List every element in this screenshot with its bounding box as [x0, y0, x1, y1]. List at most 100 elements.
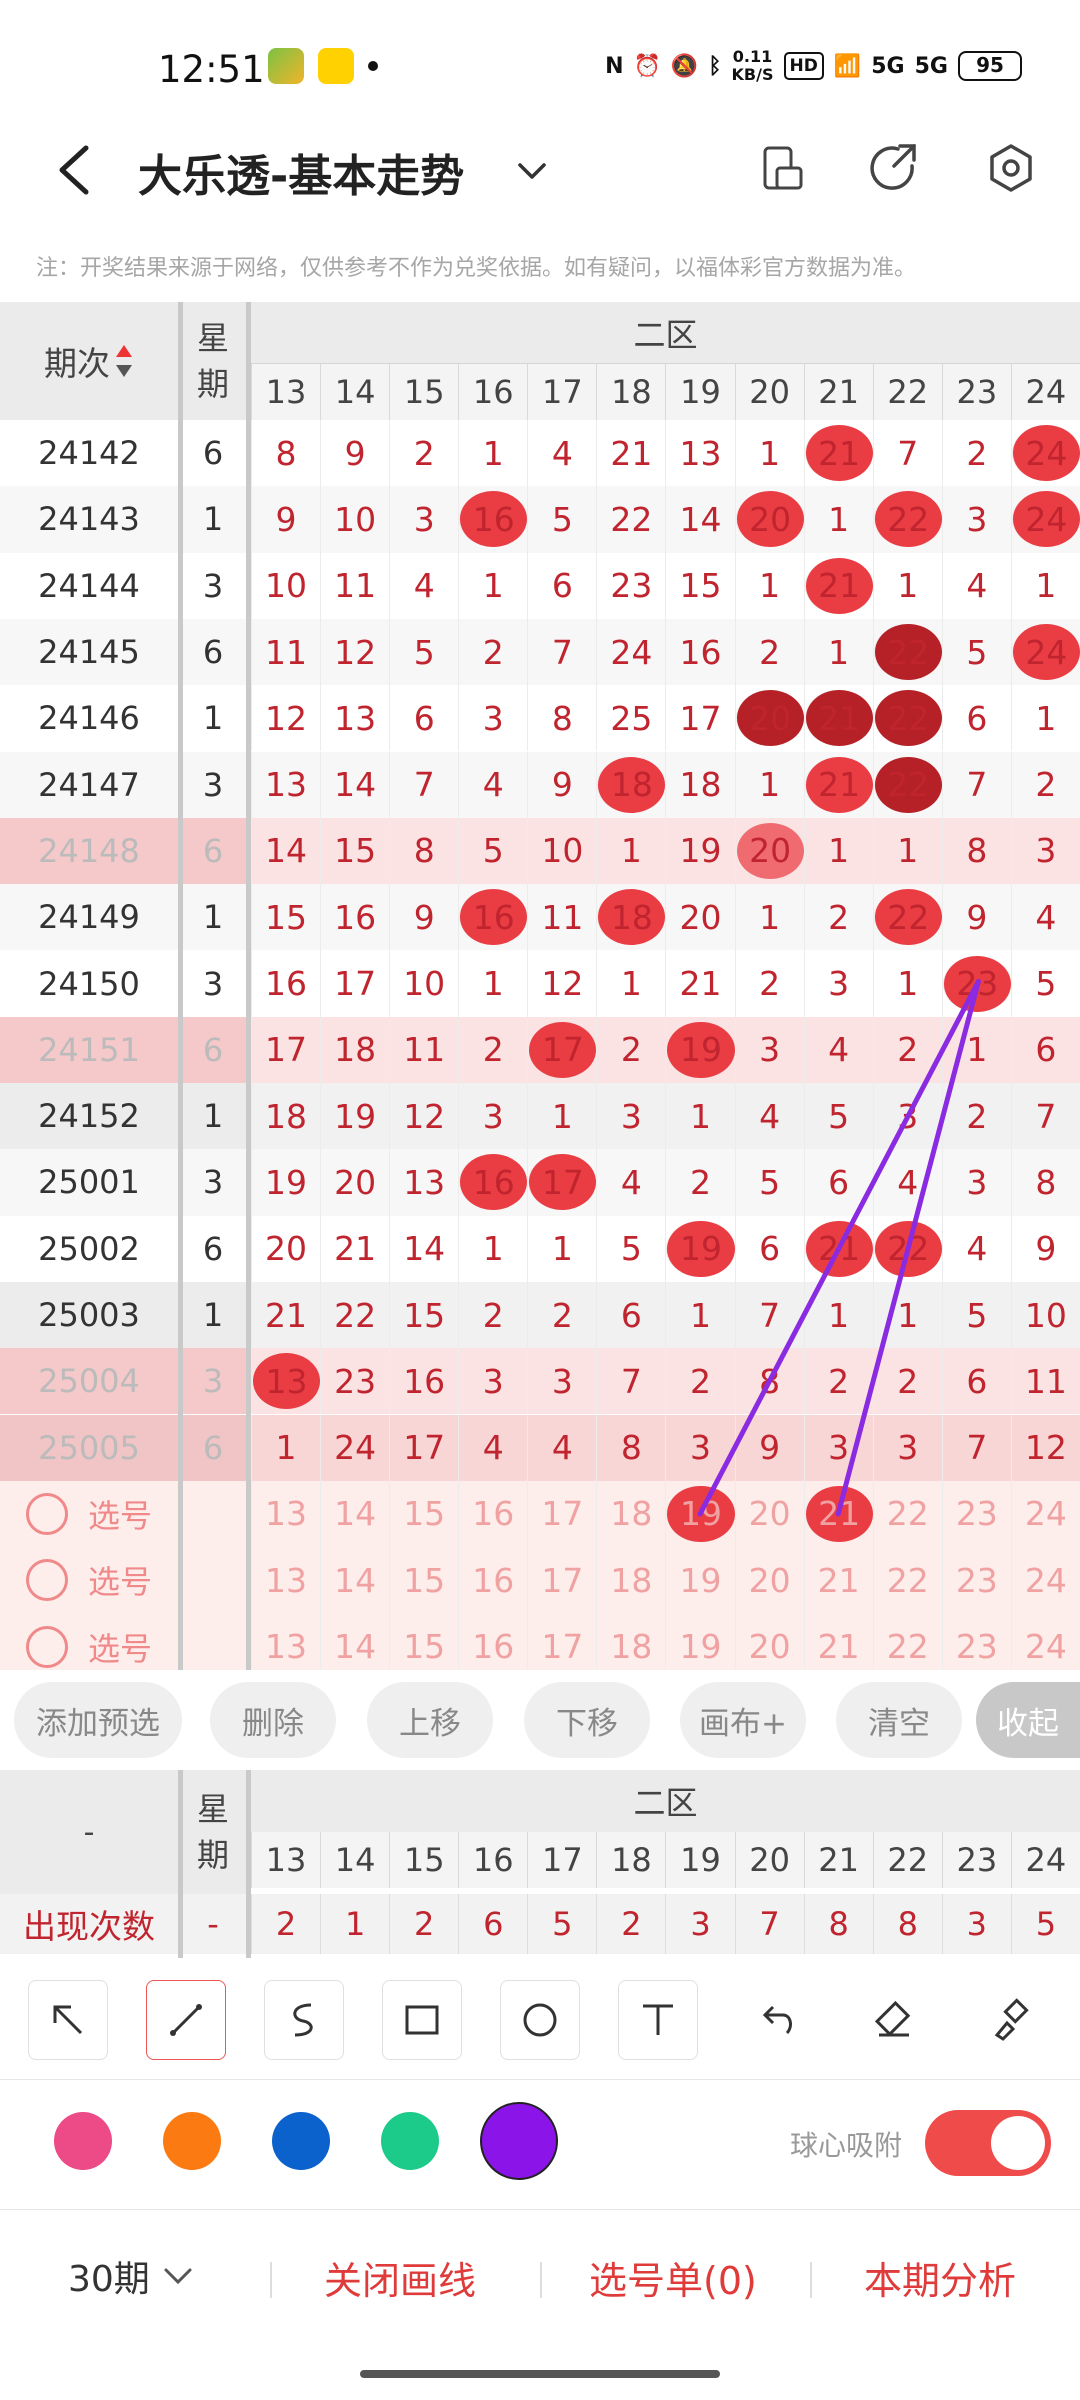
radio-button[interactable]: [25, 1625, 68, 1668]
pick-cell[interactable]: 19: [665, 1480, 735, 1548]
zone-header: 二区: [251, 302, 1080, 364]
action-button-1[interactable]: 删除: [210, 1682, 336, 1758]
color-swatch[interactable]: [163, 2112, 221, 2170]
settings-icon[interactable]: [985, 142, 1037, 194]
occurrence-week: -: [178, 1894, 248, 1954]
color-swatch[interactable]: [54, 2112, 112, 2170]
pick-cell[interactable]: 16: [458, 1547, 527, 1614]
action-button-4[interactable]: 画布+: [680, 1682, 806, 1758]
column-number: 21: [803, 1832, 873, 1888]
occurrence-count: 5: [1010, 1894, 1080, 1954]
column-number: 14: [320, 364, 389, 420]
color-swatch[interactable]: [381, 2112, 439, 2170]
action-button-0[interactable]: 添加预选: [14, 1682, 182, 1758]
tool-rectangle[interactable]: [382, 1980, 462, 2060]
pick-cell[interactable]: 13: [251, 1480, 320, 1548]
action-button-6[interactable]: 收起: [976, 1682, 1080, 1758]
value-cell: 2: [803, 1348, 873, 1415]
pick-cell[interactable]: 24: [1010, 1480, 1080, 1548]
page-title[interactable]: 大乐透-基本走势: [138, 140, 464, 204]
value-cell: 24: [596, 618, 665, 686]
issue-column-header[interactable]: 期次: [0, 302, 178, 420]
pick-selector[interactable]: 选号: [0, 1481, 178, 1547]
issue-number: 25005: [38, 1428, 140, 1467]
tool-clear-brush[interactable]: [972, 1980, 1052, 2060]
table-row: 25002 6 20 21 14 1 1 5 19 6 21 22 4 9: [0, 1215, 1080, 1282]
pick-cell[interactable]: 21: [803, 1480, 873, 1548]
status-time: 12:51: [158, 48, 265, 91]
issue-number: 24149: [38, 898, 140, 937]
action-button-2[interactable]: 上移: [367, 1682, 493, 1758]
pick-cell[interactable]: 17: [527, 1547, 596, 1614]
row-values: 20 21 14 1 1 5 19 6 21 22 4 9: [251, 1215, 1080, 1282]
value-cell: 13: [320, 685, 389, 752]
column-number: 15: [389, 1832, 458, 1888]
value-cell: 1: [665, 1083, 734, 1150]
pick-cell[interactable]: 20: [734, 1480, 804, 1548]
table-row: 24143 1 9 10 3 16 5 22 14 20 1 22 3 24: [0, 486, 1080, 553]
pick-cell[interactable]: 17: [527, 1480, 596, 1548]
rotate-screen-icon[interactable]: [757, 142, 809, 194]
pick-cell[interactable]: 14: [320, 1480, 389, 1548]
selected-ball[interactable]: 19: [666, 1485, 735, 1542]
value-cell: 1: [596, 950, 665, 1017]
tool-undo[interactable]: [736, 1980, 816, 2060]
pick-cell[interactable]: 16: [458, 1480, 527, 1548]
chevron-down-icon[interactable]: [512, 154, 552, 188]
wifi-icon: 📶: [833, 53, 862, 79]
pick-values: 13 14 15 16 17 18 19 20 21 22 23 24: [251, 1547, 1080, 1614]
action-button-5[interactable]: 清空: [836, 1682, 962, 1758]
share-icon[interactable]: [868, 142, 920, 194]
tool-eraser[interactable]: [854, 1980, 934, 2060]
divider: [810, 2262, 812, 2298]
pick-cell[interactable]: 23: [941, 1547, 1011, 1614]
pick-cell[interactable]: 13: [251, 1547, 320, 1614]
pick-cell[interactable]: 15: [389, 1547, 458, 1614]
speed-indicator: 0.11 KB/S: [731, 47, 774, 84]
column-number: 13: [251, 364, 320, 420]
value-cell: 4: [389, 552, 458, 619]
value-cell: 8: [1010, 1149, 1080, 1216]
selected-ball[interactable]: 21: [804, 1485, 873, 1542]
tool-circle[interactable]: [500, 1980, 580, 2060]
tool-curve[interactable]: [264, 1980, 344, 2060]
snap-toggle[interactable]: [925, 2110, 1051, 2176]
tool-arrow[interactable]: [28, 1980, 108, 2060]
issue-number: 25001: [38, 1163, 140, 1202]
pick-selector[interactable]: 选号: [0, 1547, 178, 1613]
value-cell: 22: [872, 486, 942, 553]
pick-cell[interactable]: 22: [872, 1480, 942, 1548]
value-cell: 11: [251, 618, 320, 686]
pick-cell[interactable]: 24: [1010, 1547, 1080, 1614]
action-button-3[interactable]: 下移: [524, 1682, 650, 1758]
stats-week-header: 星期: [178, 1770, 248, 1894]
pick-cell[interactable]: 19: [665, 1547, 734, 1614]
pick-list-button[interactable]: 选号单(0): [589, 2250, 757, 2305]
value-cell: 6: [803, 1149, 873, 1216]
home-indicator[interactable]: [360, 2370, 720, 2378]
pick-cell[interactable]: 22: [872, 1547, 942, 1614]
radio-button[interactable]: [25, 1492, 68, 1535]
tool-text[interactable]: [618, 1980, 698, 2060]
value-cell: 14: [251, 817, 320, 885]
pick-cell[interactable]: 14: [320, 1547, 389, 1614]
value-cell: 13: [251, 751, 320, 818]
pick-cell[interactable]: 15: [389, 1480, 458, 1548]
back-arrow-icon[interactable]: [50, 140, 100, 200]
pick-cell[interactable]: 18: [596, 1480, 665, 1548]
pick-cell[interactable]: 20: [734, 1547, 804, 1614]
color-swatch[interactable]: [480, 2102, 558, 2180]
drawn-ball: 19: [666, 1220, 735, 1277]
value-cell: 2: [458, 1016, 527, 1083]
value-cell: 9: [320, 420, 389, 487]
period-selector[interactable]: 30期: [68, 2250, 198, 2302]
value-cell: 2: [665, 1348, 734, 1415]
close-lines-button[interactable]: 关闭画线: [324, 2250, 476, 2305]
pick-cell[interactable]: 18: [596, 1547, 665, 1614]
color-swatch[interactable]: [272, 2112, 330, 2170]
pick-cell[interactable]: 23: [941, 1480, 1011, 1548]
analysis-button[interactable]: 本期分析: [864, 2250, 1016, 2305]
pick-cell[interactable]: 21: [803, 1547, 873, 1614]
tool-line[interactable]: [146, 1980, 226, 2060]
radio-button[interactable]: [25, 1559, 68, 1602]
